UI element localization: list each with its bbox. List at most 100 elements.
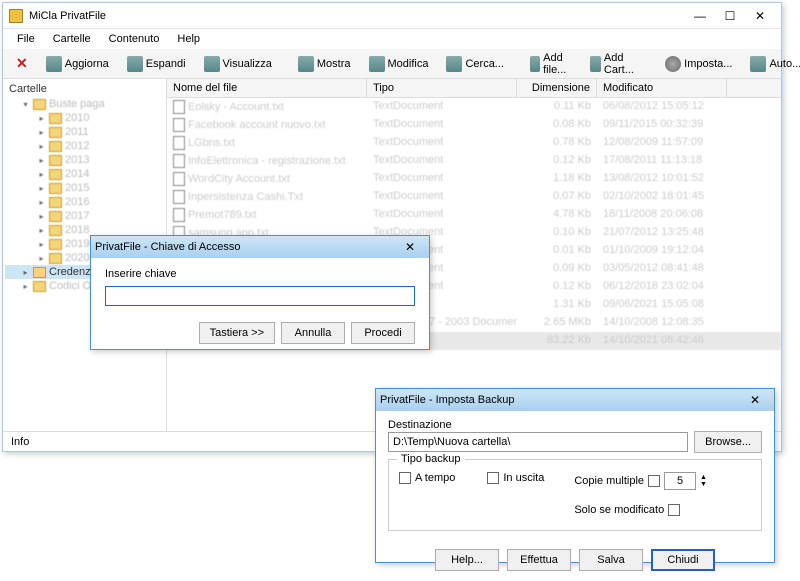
expander-icon[interactable]: ▸ — [21, 268, 30, 277]
salva-button[interactable]: Salva — [579, 549, 643, 571]
tree-item[interactable]: ▸2011 — [5, 125, 164, 139]
expander-icon[interactable]: ▸ — [37, 184, 46, 193]
copie-checkbox[interactable] — [648, 475, 660, 487]
auto-icon — [750, 56, 766, 72]
edit-icon — [369, 56, 385, 72]
help-button[interactable]: Help... — [435, 549, 499, 571]
tb-cerca[interactable]: Cerca... — [439, 52, 511, 76]
file-row[interactable]: Facebook account nuovo.txtTextDocument0.… — [167, 116, 781, 134]
tree-label: 2017 — [65, 210, 89, 222]
tree-label: Buste paga — [49, 98, 105, 110]
expander-icon[interactable]: ▸ — [37, 114, 46, 123]
tb-delete[interactable]: ✕ — [9, 51, 35, 76]
file-icon — [173, 190, 185, 204]
maximize-button[interactable]: ☐ — [715, 6, 745, 26]
app-icon — [9, 9, 23, 23]
tastiera-button[interactable]: Tastiera >> — [199, 322, 275, 344]
file-icon — [173, 208, 185, 222]
expander-icon[interactable]: ▸ — [37, 156, 46, 165]
tree-item[interactable]: ▸ 2012 — [5, 139, 164, 153]
copie-spinner[interactable]: 5 — [664, 472, 696, 490]
col-type[interactable]: Tipo — [367, 79, 517, 97]
show-icon — [298, 56, 314, 72]
expander-icon[interactable]: ▸ — [37, 128, 46, 137]
file-row[interactable]: Eolsky - Account.txtTextDocument0.11 Kb0… — [167, 98, 781, 116]
tb-addcart[interactable]: Add Cart... — [583, 48, 646, 80]
effettua-button[interactable]: Effettua — [507, 549, 571, 571]
file-row[interactable]: WordCity Account.txtTextDocument1.18 Kb1… — [167, 170, 781, 188]
folder-icon — [49, 211, 62, 222]
tb-espandi[interactable]: Espandi — [120, 52, 193, 76]
expander-icon[interactable]: ▸ — [37, 170, 46, 179]
solo-checkbox[interactable] — [668, 504, 680, 516]
file-icon — [173, 136, 185, 150]
main-window: MiCla PrivatFile — ☐ ✕ File Cartelle Con… — [2, 2, 782, 452]
tb-visualizza[interactable]: Visualizza — [197, 52, 279, 76]
expander-icon[interactable]: ▸ — [37, 198, 46, 207]
group-legend: Tipo backup — [397, 453, 465, 465]
file-row[interactable]: Premot789.txtTextDocument4.78 Kb18/11/20… — [167, 206, 781, 224]
atempo-checkbox[interactable] — [399, 472, 411, 484]
tree-label: 2019 — [65, 238, 89, 250]
folder-icon — [49, 239, 62, 250]
file-row[interactable]: InfoElettronica - registrazione.txtTextD… — [167, 152, 781, 170]
tb-auto[interactable]: Auto... — [743, 52, 800, 76]
chiudi-button[interactable]: Chiudi — [651, 549, 715, 571]
dest-input[interactable] — [388, 432, 688, 452]
tree-label: 2018 — [65, 224, 89, 236]
menubar: File Cartelle Contenuto Help — [3, 29, 781, 49]
access-close-button[interactable]: ✕ — [395, 237, 425, 257]
tb-modifica[interactable]: Modifica — [362, 52, 436, 76]
access-title: PrivatFile - Chiave di Accesso — [95, 241, 395, 253]
access-key-input[interactable] — [105, 286, 415, 306]
tree-item[interactable]: ▸ 2015 — [5, 181, 164, 195]
inuscita-checkbox[interactable] — [487, 472, 499, 484]
col-date[interactable]: Modificato — [597, 79, 727, 97]
tree-label: 2012 — [65, 140, 89, 152]
tb-addfile[interactable]: Add file... — [523, 48, 579, 80]
minimize-button[interactable]: — — [685, 6, 715, 26]
tree-item[interactable]: ▾ Buste paga — [5, 97, 164, 111]
tb-imposta[interactable]: Imposta... — [658, 52, 739, 76]
copie-label: Copie multiple — [574, 475, 644, 487]
tb-aggiorna[interactable]: Aggiorna — [39, 52, 116, 76]
tree-label: 2015 — [65, 182, 89, 194]
expand-icon — [127, 56, 143, 72]
tree-item[interactable]: ▸2013 — [5, 153, 164, 167]
annulla-button[interactable]: Annulla — [281, 322, 345, 344]
expander-icon[interactable]: ▸ — [37, 240, 46, 249]
menu-cartelle[interactable]: Cartelle — [45, 31, 99, 47]
tree-item[interactable]: ▸ 2010 — [5, 111, 164, 125]
procedi-button[interactable]: Procedi — [351, 322, 415, 344]
backup-close-button[interactable]: ✕ — [740, 390, 770, 410]
file-row[interactable]: Inpersistenza Cashi.TxtTextDocument0.07 … — [167, 188, 781, 206]
expander-icon[interactable]: ▸ — [37, 142, 46, 151]
expander-icon[interactable]: ▸ — [37, 226, 46, 235]
tree-item[interactable]: ▸2016 — [5, 195, 164, 209]
col-size[interactable]: Dimensione — [517, 79, 597, 97]
expander-icon[interactable]: ▸ — [37, 254, 46, 263]
menu-file[interactable]: File — [9, 31, 43, 47]
close-button[interactable]: ✕ — [745, 6, 775, 26]
tb-mostra[interactable]: Mostra — [291, 52, 358, 76]
col-name[interactable]: Nome del file — [167, 79, 367, 97]
spinner-arrows[interactable]: ▲▼ — [700, 474, 707, 488]
list-header: Nome del file Tipo Dimensione Modificato — [167, 79, 781, 98]
expander-icon[interactable]: ▸ — [21, 282, 30, 291]
file-row[interactable]: LGbns.txtTextDocument0.78 Kb12/08/2009 1… — [167, 134, 781, 152]
tree-label: 2010 — [65, 112, 89, 124]
addfolder-icon — [590, 56, 601, 72]
expander-icon[interactable]: ▾ — [21, 100, 30, 109]
file-icon — [173, 118, 185, 132]
backup-title: PrivatFile - Imposta Backup — [380, 394, 740, 406]
expander-icon[interactable]: ▸ — [37, 212, 46, 221]
tree-item[interactable]: ▸2014 — [5, 167, 164, 181]
browse-button[interactable]: Browse... — [694, 431, 762, 453]
menu-help[interactable]: Help — [169, 31, 208, 47]
folder-icon — [49, 253, 62, 264]
tree-item[interactable]: ▸ 2017 — [5, 209, 164, 223]
gear-icon — [665, 56, 681, 72]
menu-contenuto[interactable]: Contenuto — [101, 31, 168, 47]
folder-icon — [49, 225, 62, 236]
tipo-backup-group: Tipo backup A tempo In uscita Copie mult… — [388, 459, 762, 531]
